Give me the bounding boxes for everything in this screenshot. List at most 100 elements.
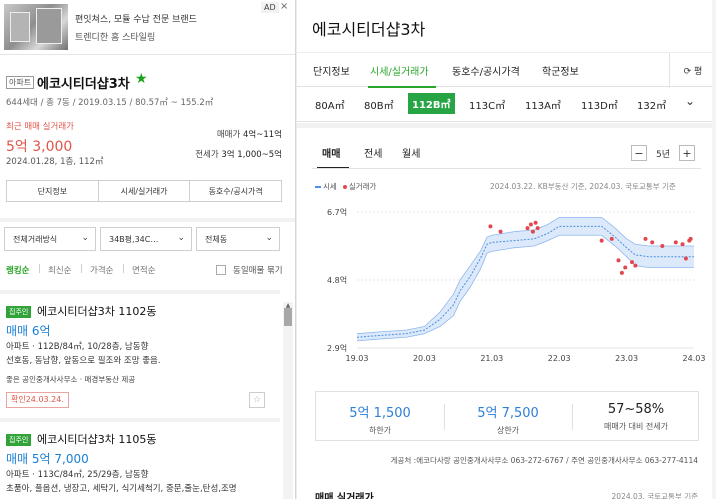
listing-title[interactable]: 에코시티더샵3차 1105동 bbox=[37, 431, 156, 447]
ad-subtitle: 트렌디한 홈 스타일링 bbox=[75, 33, 156, 43]
area-option[interactable]: 113A㎡ bbox=[525, 97, 561, 112]
sort-latest[interactable]: 최신순 bbox=[48, 264, 71, 276]
price-history-button[interactable]: 시세/실거래가 bbox=[99, 181, 191, 201]
area-option[interactable]: 80A㎡ bbox=[315, 97, 345, 112]
bookmark-icon[interactable]: ☆ bbox=[249, 392, 265, 408]
x-tick-label: 21.03 bbox=[480, 354, 503, 363]
listing-description: 선호동, 동남향, 앞동으로 필조와 조망 좋음. bbox=[6, 356, 161, 366]
area-option[interactable]: 113C㎡ bbox=[469, 97, 505, 112]
legend-line-key bbox=[315, 186, 321, 188]
list-divider bbox=[0, 418, 280, 422]
detail-panel: 에코시티더샵3차 단지정보 시세/실거래가 동호수/공시가격 학군정보 ⟳ 평 … bbox=[297, 0, 716, 499]
area-selector: 80A㎡ 80B㎡ 112B㎡ 113C㎡ 113A㎡ 113D㎡ 132㎡ ⌄ bbox=[297, 88, 716, 122]
trade-point bbox=[599, 238, 604, 243]
price-range-band bbox=[357, 217, 694, 341]
sale-history-title: 매매 실거래가 bbox=[315, 493, 374, 499]
listing-scrollbar[interactable]: ▲ bbox=[283, 302, 293, 499]
legend-trade: 실거래가 bbox=[348, 182, 377, 191]
same-listing-label[interactable]: 동일매물 묶기 bbox=[233, 264, 283, 276]
stat-ratio-value: 57~58% bbox=[607, 402, 665, 417]
section-gap bbox=[297, 123, 716, 128]
chevron-down-icon: ⌄ bbox=[265, 233, 273, 243]
trade-point bbox=[629, 260, 634, 265]
unit-price-button[interactable]: 동호수/공시가격 bbox=[190, 181, 281, 201]
trade-type-select[interactable]: 전체거래방식 ⌄ bbox=[4, 227, 96, 251]
period-decrease-button[interactable]: − bbox=[631, 145, 647, 161]
listing-title[interactable]: 에코시티더샵3차 1102동 bbox=[37, 303, 156, 319]
owner-confirmed-badge: 집주인 bbox=[6, 306, 32, 318]
price-chart[interactable]: 6.7억 4.8억 2.9억19.03 20.03 21.03 22.03 23.03 24.… bbox=[297, 195, 716, 367]
trade-type-value: 전체거래방식 bbox=[13, 234, 58, 244]
chevron-down-icon[interactable]: ⌄ bbox=[685, 94, 695, 108]
listing-specs: 아파트 · 113C/84㎡, 25/29층, 남동향 bbox=[6, 470, 149, 480]
trade-point bbox=[619, 270, 624, 275]
listing-item[interactable]: 집주인 에코시티더샵3차 1102동 매매 6억 아파트 · 112B/84㎡,… bbox=[0, 298, 280, 416]
listing-description: 초품아, 풀옵션, 냉장고, 세탁기, 식기세척기, 중문,줄눈,탄성,조명 bbox=[6, 484, 237, 494]
sort-separator: | bbox=[122, 264, 125, 274]
trade-point bbox=[525, 226, 530, 231]
property-type-badge: 아파트 bbox=[6, 76, 35, 89]
stat-upper-value: 5억 7,500 bbox=[477, 406, 539, 421]
complex-meta: 644세대 / 총 7동 / 2019.03.15 / 80.57㎡ ~ 155… bbox=[6, 98, 214, 108]
app-root: 편잇쳐스, 모듈 수납 전문 브랜드 트렌디한 홈 스타일링 AD × 아파트 … bbox=[0, 0, 716, 499]
tab-school-info[interactable]: 학군정보 bbox=[542, 63, 579, 78]
favorite-star-icon[interactable]: ★ bbox=[135, 71, 148, 87]
y-tick-label: 6.7억 bbox=[327, 207, 347, 217]
area-option[interactable]: 113D㎡ bbox=[581, 97, 618, 112]
listing-item[interactable]: 집주인 에코시티더샵3차 1105동 매매 5억 7,000 아파트 · 113… bbox=[0, 426, 280, 499]
trade-point bbox=[633, 263, 638, 268]
subtab-monthly[interactable]: 월세 bbox=[402, 145, 420, 160]
ad-title[interactable]: 편잇쳐스, 모듈 수납 전문 브랜드 bbox=[75, 12, 197, 25]
stat-ratio: 57~58% 매매가 대비 전세가 bbox=[572, 402, 700, 432]
tab-complex-info[interactable]: 단지정보 bbox=[313, 63, 350, 78]
trade-point bbox=[660, 244, 665, 248]
filter-bar: 전체거래방식 ⌄ 34B평,34C… ⌄ 전체동 ⌄ bbox=[4, 227, 288, 251]
listing-panel: 편잇쳐스, 모듈 수납 전문 브랜드 트렌디한 홈 스타일링 AD × 아파트 … bbox=[0, 0, 296, 499]
trade-point bbox=[609, 236, 614, 241]
chevron-down-icon: ⌄ bbox=[81, 233, 89, 243]
area-option-selected[interactable]: 112B㎡ bbox=[408, 93, 455, 114]
stat-lower: 5억 1,500 하한가 bbox=[316, 402, 444, 436]
area-option[interactable]: 132㎡ bbox=[637, 97, 666, 112]
sort-ranking[interactable]: 랭킹순 bbox=[6, 264, 29, 276]
trade-type-tabs: 매매 전세 월세 − 5년 + bbox=[297, 140, 716, 169]
legend-dot-key bbox=[342, 185, 347, 189]
stat-upper-label: 상한가 bbox=[496, 426, 520, 435]
listing-price: 매매 6억 bbox=[6, 324, 51, 338]
trade-point bbox=[616, 258, 621, 263]
x-tick-label: 19.03 bbox=[346, 354, 369, 363]
trade-point bbox=[488, 224, 493, 229]
tab-unit-price[interactable]: 동호수/공시가격 bbox=[452, 63, 520, 78]
tab-price-history[interactable]: 시세/실거래가 bbox=[370, 63, 429, 78]
sale-history-source: 2024.03. 국토교통부 기준 bbox=[611, 492, 698, 499]
same-listing-checkbox[interactable] bbox=[216, 265, 226, 275]
chart-legend: 시세 실거래가 bbox=[315, 181, 376, 192]
x-tick-label: 20.03 bbox=[413, 354, 436, 363]
listing-price: 매매 5억 7,000 bbox=[6, 452, 89, 466]
ad-close-icon[interactable]: × bbox=[280, 1, 288, 12]
building-select[interactable]: 전체동 ⌄ bbox=[196, 227, 280, 251]
list-divider bbox=[0, 290, 280, 294]
chart-source: 2024.03.22. KB부동산 기준, 2024.03. 국토교통부 기준 bbox=[490, 182, 676, 191]
complex-info-button[interactable]: 단지정보 bbox=[7, 181, 99, 201]
sort-price[interactable]: 가격순 bbox=[90, 264, 113, 276]
jeonse-price-range: 전세가 3억 1,000~5억 bbox=[195, 148, 282, 160]
area-select[interactable]: 34B평,34C… ⌄ bbox=[100, 227, 192, 251]
subtab-sale[interactable]: 매매 bbox=[322, 145, 340, 160]
ad-banner[interactable]: 편잇쳐스, 모듈 수납 전문 브랜드 트렌디한 홈 스타일링 AD × bbox=[0, 0, 295, 55]
scrollbar-thumb[interactable] bbox=[284, 308, 292, 326]
unit-toggle-button[interactable]: ⟳ 평 bbox=[669, 53, 716, 88]
ad-thumbnail[interactable] bbox=[4, 4, 68, 50]
subtab-jeonse[interactable]: 전세 bbox=[364, 145, 382, 160]
area-option[interactable]: 80B㎡ bbox=[364, 97, 394, 112]
recent-trade-date: 2024.01.28, 1층, 112㎡ bbox=[6, 157, 104, 167]
detail-scrollbar[interactable] bbox=[712, 0, 716, 499]
trade-point bbox=[528, 222, 533, 227]
period-increase-button[interactable]: + bbox=[679, 145, 695, 161]
trade-point bbox=[530, 229, 535, 234]
listing-agent: 좋은 공인중개사사무소 · 매경부동산 제공 bbox=[6, 375, 136, 384]
sort-area[interactable]: 면적순 bbox=[132, 264, 155, 276]
stat-upper: 5억 7,500 상한가 bbox=[444, 402, 572, 436]
trade-point bbox=[533, 220, 538, 225]
x-tick-label: 24.03 bbox=[683, 354, 706, 363]
